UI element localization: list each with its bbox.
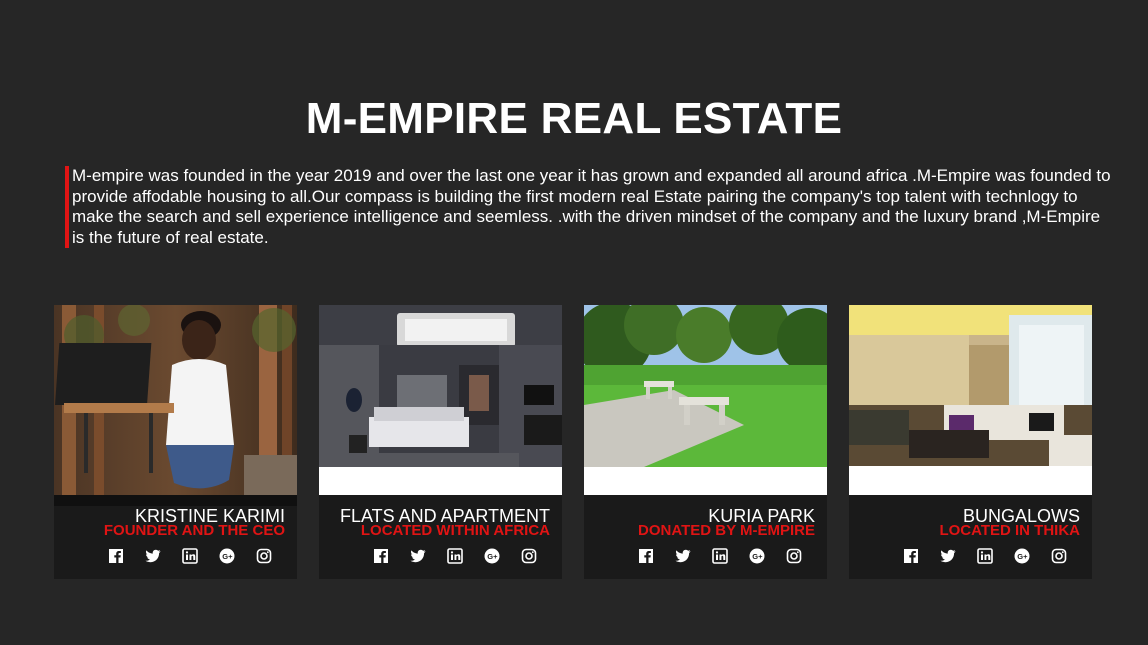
card-subtitle: LOCATED WITHIN AFRICA: [360, 522, 550, 539]
social-links: G+: [903, 548, 1067, 564]
google-plus-icon[interactable]: G+: [219, 548, 235, 564]
twitter-icon[interactable]: [145, 548, 161, 564]
card-photo: [319, 305, 562, 495]
social-links: G+: [373, 548, 537, 564]
card-photo: [54, 305, 297, 506]
twitter-icon[interactable]: [940, 548, 956, 564]
facebook-icon[interactable]: [638, 548, 654, 564]
svg-text:G+: G+: [222, 552, 233, 561]
card-subtitle: LOCATED IN THIKA: [939, 522, 1080, 539]
instagram-icon[interactable]: [1051, 548, 1067, 564]
page-title: M-EMPIRE REAL ESTATE: [305, 94, 843, 143]
park-photo: [584, 305, 827, 495]
profile-card-ceo: KRISTINE KARIMI FOUNDER AND THE CEO G+: [54, 305, 297, 579]
property-card-bungalows: BUNGALOWS LOCATED IN THIKA G+: [849, 305, 1092, 579]
twitter-icon[interactable]: [675, 548, 691, 564]
instagram-icon[interactable]: [521, 548, 537, 564]
living-room-photo: [849, 305, 1092, 495]
person-photo: [54, 305, 297, 506]
svg-text:G+: G+: [1017, 552, 1028, 561]
linkedin-icon[interactable]: [182, 548, 198, 564]
linkedin-icon[interactable]: [447, 548, 463, 564]
svg-text:G+: G+: [487, 552, 498, 561]
intro-paragraph: M-empire was founded in the year 2019 an…: [65, 166, 1112, 248]
bedroom-photo: [319, 305, 562, 495]
card-photo: [849, 305, 1092, 495]
svg-text:G+: G+: [752, 552, 763, 561]
instagram-icon[interactable]: [256, 548, 272, 564]
google-plus-icon[interactable]: G+: [1014, 548, 1030, 564]
property-card-flats: FLATS AND APARTMENT LOCATED WITHIN AFRIC…: [319, 305, 562, 579]
facebook-icon[interactable]: [108, 548, 124, 564]
property-card-park: KURIA PARK DONATED BY M-EMPIRE G+: [584, 305, 827, 579]
social-links: G+: [108, 548, 272, 564]
linkedin-icon[interactable]: [977, 548, 993, 564]
google-plus-icon[interactable]: G+: [484, 548, 500, 564]
facebook-icon[interactable]: [903, 548, 919, 564]
social-links: G+: [638, 548, 802, 564]
card-subtitle: FOUNDER AND THE CEO: [103, 522, 285, 539]
facebook-icon[interactable]: [373, 548, 389, 564]
card-photo: [584, 305, 827, 495]
linkedin-icon[interactable]: [712, 548, 728, 564]
twitter-icon[interactable]: [410, 548, 426, 564]
google-plus-icon[interactable]: G+: [749, 548, 765, 564]
card-subtitle: DONATED BY M-EMPIRE: [638, 522, 815, 539]
instagram-icon[interactable]: [786, 548, 802, 564]
